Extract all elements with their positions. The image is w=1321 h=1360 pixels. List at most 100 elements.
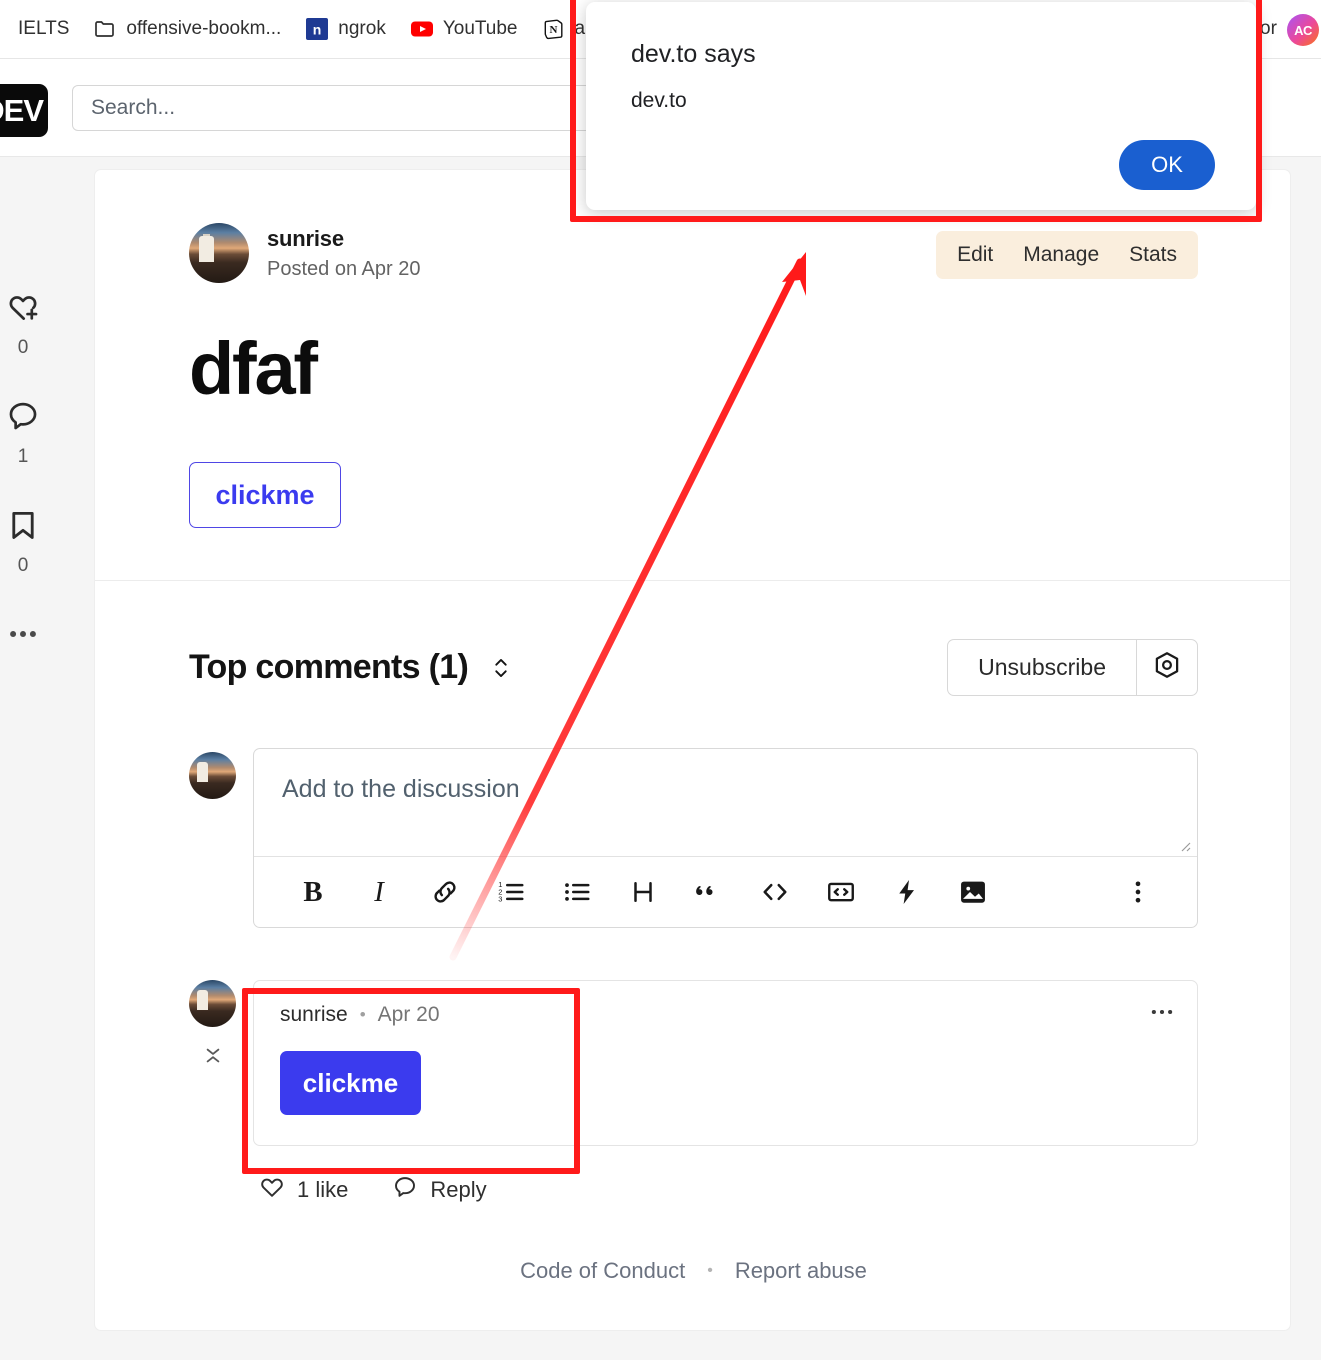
avatar[interactable]: AC: [1287, 14, 1319, 46]
javascript-alert-dialog: dev.to says dev.to OK: [586, 2, 1256, 210]
quote-icon[interactable]: [676, 869, 742, 915]
rail-bookmark-button[interactable]: 0: [6, 508, 40, 577]
rail-reaction-button[interactable]: 0: [6, 290, 40, 359]
bookmark-ngrok[interactable]: n ngrok: [293, 14, 398, 44]
article-actions-pill: Edit Manage Stats: [936, 231, 1198, 279]
comment-textarea[interactable]: Add to the discussion: [254, 749, 1197, 856]
comments-header: Top comments (1) Unsubscribe: [189, 639, 1198, 696]
dialog-title: dev.to says: [631, 40, 756, 68]
ngrok-icon: n: [305, 17, 329, 41]
unsubscribe-button[interactable]: Unsubscribe: [947, 639, 1136, 696]
dev-logo-text: DEV: [0, 92, 44, 128]
subscription-settings-button[interactable]: [1136, 639, 1198, 696]
collapse-thread-icon[interactable]: [203, 1041, 223, 1074]
comment-item: sunrise • Apr 20 clickme 1 like Reply: [253, 980, 1198, 1206]
comment-meta-separator: •: [359, 1005, 366, 1024]
page-root: IELTS offensive-bookm... n ngrok YouTube…: [0, 0, 1321, 1360]
comment-list: sunrise • Apr 20 clickme 1 like Reply: [189, 980, 1198, 1206]
bookmark-offensive-bookmarks[interactable]: offensive-bookm...: [81, 14, 293, 44]
notion-icon: N: [542, 17, 566, 41]
search-placeholder: Search...: [91, 96, 176, 119]
bookmark-youtube[interactable]: YouTube: [398, 14, 530, 44]
svg-text:I: I: [373, 877, 385, 907]
comment-reply-button[interactable]: Reply: [392, 1174, 487, 1206]
comment-more-options-icon[interactable]: [1149, 999, 1175, 1030]
heading-icon[interactable]: [610, 869, 676, 915]
unordered-list-icon[interactable]: [544, 869, 610, 915]
article-clickme-button[interactable]: clickme: [189, 462, 341, 528]
heart-icon: [259, 1174, 285, 1206]
ellipsis-horizontal-icon: [6, 617, 40, 651]
bookmark-label: IELTS: [18, 18, 70, 39]
rail-more-button[interactable]: [6, 617, 40, 651]
editor-more-options-icon[interactable]: [1105, 869, 1171, 915]
resize-grip-icon[interactable]: [1177, 838, 1191, 852]
reaction-rail: 0 1 0: [0, 290, 46, 651]
comment-count: 1: [17, 446, 29, 467]
folder-icon: [93, 17, 117, 41]
svg-text:N: N: [549, 24, 557, 36]
posted-date: Posted on Apr 20: [267, 257, 421, 280]
bookmark-label: offensive-bookm...: [126, 18, 282, 39]
comments-section: Top comments (1) Unsubscribe Add to the …: [95, 581, 1290, 1330]
hexagon-gear-icon: [1152, 650, 1182, 685]
comment-actions: 1 like Reply: [253, 1174, 1198, 1206]
ordered-list-icon[interactable]: 1 2 3: [478, 869, 544, 915]
image-icon[interactable]: [940, 869, 1006, 915]
avatar[interactable]: [189, 980, 236, 1027]
manage-link[interactable]: Manage: [1008, 235, 1114, 275]
edit-link[interactable]: Edit: [942, 235, 1008, 275]
code-of-conduct-link[interactable]: Code of Conduct: [520, 1258, 685, 1284]
comment-like-button[interactable]: 1 like: [259, 1174, 348, 1206]
comments-title-wrap: Top comments (1): [189, 648, 512, 687]
comment-date: Apr 20: [377, 1003, 440, 1026]
italic-icon[interactable]: I: [346, 869, 412, 915]
link-icon[interactable]: [412, 869, 478, 915]
comment-gutter: [189, 980, 236, 1206]
avatar: [189, 752, 236, 799]
report-abuse-link[interactable]: Report abuse: [735, 1258, 867, 1284]
article-header: sunrise Posted on Apr 20 Edit Manage Sta…: [95, 170, 1290, 580]
bookmark-label: or: [1260, 18, 1277, 39]
dev-logo[interactable]: DEV: [0, 84, 48, 137]
page-title: dfaf: [189, 327, 318, 410]
comment-bubble: sunrise • Apr 20 clickme: [253, 980, 1198, 1146]
stats-link[interactable]: Stats: [1114, 235, 1192, 275]
profile-initials: AC: [1294, 22, 1312, 38]
author-name[interactable]: sunrise: [267, 226, 420, 252]
comment-placeholder: Add to the discussion: [282, 775, 520, 803]
comment-bubble-icon: [392, 1174, 418, 1206]
sort-toggle-icon[interactable]: [490, 655, 512, 681]
bookmark-label: ngrok: [338, 18, 386, 39]
code-icon[interactable]: [742, 869, 808, 915]
comment-clickme-button[interactable]: clickme: [280, 1051, 421, 1115]
subscription-group: Unsubscribe: [947, 639, 1198, 696]
comments-heading: Top comments (1): [189, 648, 469, 686]
bookmark-count: 0: [17, 555, 29, 576]
article-bottom-spacer: [189, 528, 1198, 580]
comment-like-label: 1 like: [297, 1177, 349, 1202]
dialog-ok-button[interactable]: OK: [1119, 140, 1215, 190]
comment-bubble-icon: [6, 399, 40, 433]
comments-footer: Code of Conduct • Report abuse: [189, 1258, 1198, 1284]
heart-plus-icon: [6, 290, 40, 324]
comment-reply-label: Reply: [430, 1177, 487, 1202]
svg-text:B: B: [303, 877, 322, 907]
bookmark-ielts[interactable]: IELTS: [6, 15, 81, 43]
comment-author[interactable]: sunrise: [280, 1003, 348, 1027]
reaction-count: 0: [17, 337, 29, 358]
footer-separator: •: [707, 1262, 713, 1279]
rail-comment-button[interactable]: 1: [6, 399, 40, 468]
bold-icon[interactable]: B: [280, 869, 346, 915]
dialog-message: dev.to: [631, 89, 687, 112]
comment-editor-row: Add to the discussion B I 1 2 3: [189, 748, 1198, 928]
bookmark-label: YouTube: [442, 18, 518, 39]
youtube-icon: [410, 17, 434, 41]
bookmark-icon: [6, 508, 40, 542]
comment-editor-toolbar: B I 1 2 3: [254, 856, 1197, 927]
avatar[interactable]: [189, 223, 249, 283]
code-block-icon[interactable]: [808, 869, 874, 915]
comment-editor: Add to the discussion B I 1 2 3: [253, 748, 1198, 928]
svg-text:3: 3: [498, 894, 502, 903]
lightning-bolt-icon[interactable]: [874, 869, 940, 915]
